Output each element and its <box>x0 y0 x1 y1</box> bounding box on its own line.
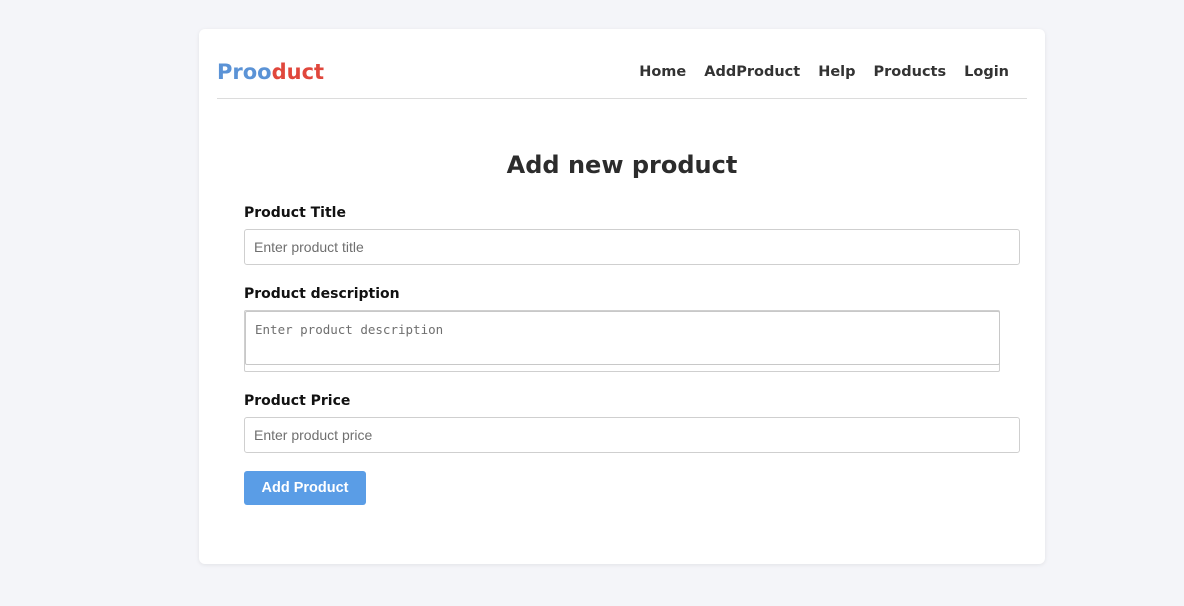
product-title-label: Product Title <box>244 205 346 221</box>
product-description-textarea[interactable] <box>245 311 1000 365</box>
product-description-label: Product description <box>244 286 400 302</box>
nav-link-home[interactable]: Home <box>639 62 686 82</box>
brand-logo[interactable]: Prooduct <box>217 59 324 85</box>
nav-link-login[interactable]: Login <box>964 62 1009 82</box>
page-title: Add new product <box>506 151 738 179</box>
navbar: Prooduct Home AddProduct Help Products L… <box>217 29 1027 99</box>
product-description-wrapper <box>244 310 1000 372</box>
product-price-label: Product Price <box>244 393 351 409</box>
add-product-card: Prooduct Home AddProduct Help Products L… <box>199 29 1045 564</box>
brand-logo-part-2: duct <box>271 60 325 84</box>
nav-link-products[interactable]: Products <box>874 62 947 82</box>
product-price-input[interactable] <box>244 417 1020 453</box>
add-product-button[interactable]: Add Product <box>244 471 366 505</box>
nav-link-add-product[interactable]: AddProduct <box>704 62 800 82</box>
nav-links: Home AddProduct Help Products Login <box>639 62 1009 82</box>
add-product-form: Product Title Product description Produc… <box>244 204 1020 505</box>
product-title-input[interactable] <box>244 229 1020 265</box>
brand-logo-part-1: Proo <box>217 60 272 84</box>
nav-link-help[interactable]: Help <box>818 62 855 82</box>
